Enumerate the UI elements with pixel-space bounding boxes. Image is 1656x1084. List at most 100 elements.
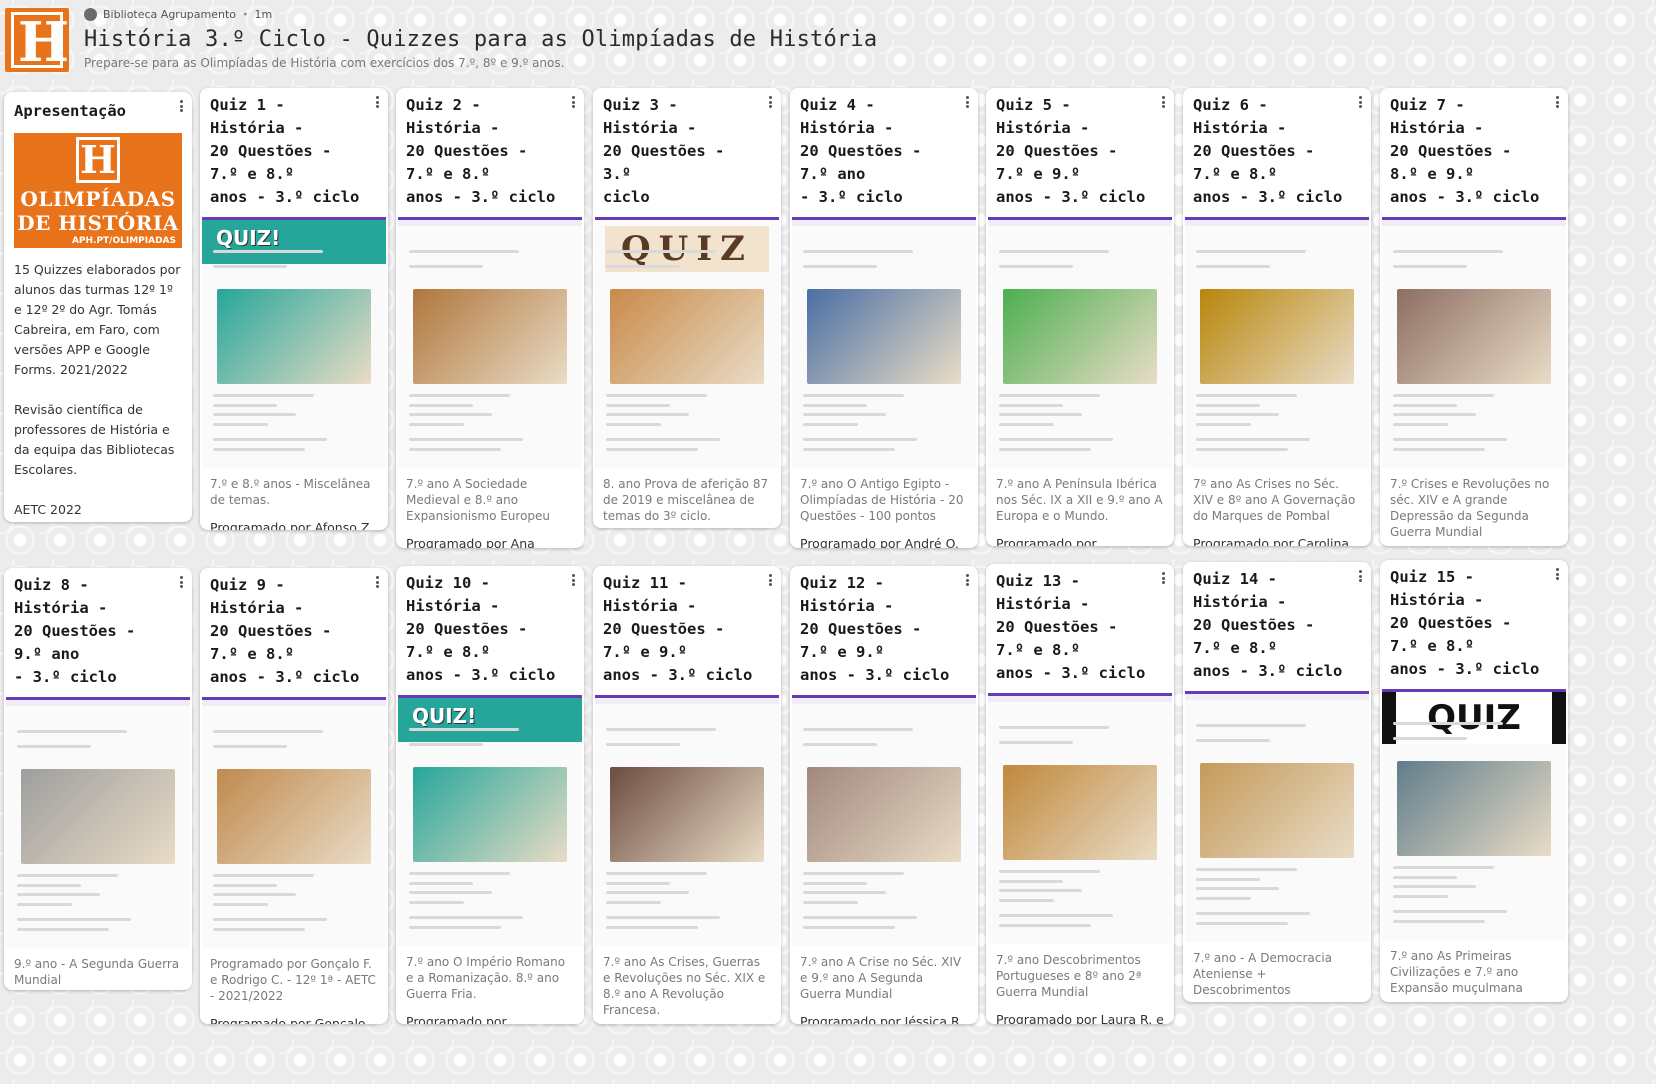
- more-options-icon[interactable]: [962, 572, 972, 588]
- card-title[interactable]: Quiz 14 - História - 20 Questões - 7.º e…: [1183, 562, 1371, 683]
- question-image: [1002, 289, 1158, 384]
- question-image: [20, 769, 176, 864]
- logo-h-letter: H: [11, 12, 69, 69]
- quiz-card[interactable]: Quiz 6 - História - 20 Questões - 7.º e …: [1183, 88, 1371, 546]
- card-title[interactable]: Quiz 11 - História - 20 Questões - 7.º e…: [593, 566, 781, 687]
- logo-h-letter: H: [76, 137, 120, 183]
- card-title[interactable]: Quiz 7 - História - 20 Questões - 8.º e …: [1380, 88, 1568, 209]
- quiz-card[interactable]: Quiz 14 - História - 20 Questões - 7.º e…: [1183, 562, 1371, 1002]
- quiz-card[interactable]: Quiz 9 - História - 20 Questões - 7.º e …: [200, 568, 388, 1024]
- more-options-icon[interactable]: [1158, 94, 1168, 110]
- more-options-icon[interactable]: [372, 94, 382, 110]
- quiz-card[interactable]: Quiz 13 - História - 20 Questões - 7.º e…: [986, 564, 1174, 1024]
- quiz-card[interactable]: Quiz 3 - História - 20 Questões - 3.º ci…: [593, 88, 781, 528]
- question-image: [1396, 289, 1552, 384]
- card-description: 7.º Crises e Revoluções no séc. XIV e A …: [1390, 477, 1550, 539]
- card-title[interactable]: Quiz 10 - História - 20 Questões - 7.º e…: [396, 566, 584, 687]
- more-options-icon[interactable]: [176, 574, 186, 590]
- card-title[interactable]: Quiz 9 - História - 20 Questões - 7.º e …: [200, 568, 388, 689]
- question-image: [1199, 289, 1355, 384]
- quiz-thumbnail[interactable]: [988, 693, 1172, 944]
- form-text-line: [1393, 910, 1508, 914]
- more-options-icon[interactable]: [1552, 566, 1562, 582]
- quiz-card[interactable]: Quiz 2 - História - 20 Questões - 7.º e …: [396, 88, 584, 548]
- quiz-card[interactable]: Quiz 15 - História - 20 Questões - 7.º e…: [1380, 560, 1568, 1002]
- quiz-thumbnail[interactable]: [792, 695, 976, 946]
- more-options-icon[interactable]: [372, 574, 382, 590]
- card-description: 8. ano Prova de aferição 87 de 2019 e mi…: [603, 477, 769, 523]
- card-title[interactable]: Quiz 1 - História - 20 Questões - 7.º e …: [200, 88, 388, 209]
- form-text-line: [213, 413, 296, 417]
- card-title[interactable]: Quiz 8 - História - 20 Questões - 9.º an…: [4, 568, 192, 689]
- form-text-line: [999, 879, 1064, 883]
- form-text-line: [803, 926, 896, 930]
- form-text-line: [1196, 897, 1252, 901]
- quiz-thumbnail[interactable]: QUIZ: [1382, 689, 1566, 940]
- quiz-thumbnail[interactable]: [6, 697, 190, 948]
- more-options-icon[interactable]: [765, 572, 775, 588]
- card-credits: Programado por Carolina M. e Eduarda N. …: [1193, 536, 1350, 546]
- more-options-icon[interactable]: [568, 94, 578, 110]
- more-options-icon[interactable]: [962, 94, 972, 110]
- author-name[interactable]: Biblioteca Agrupamento: [103, 8, 236, 21]
- quiz-card[interactable]: Quiz 12 - História - 20 Questões - 7.º e…: [790, 566, 978, 1024]
- card-title[interactable]: Quiz 3 - História - 20 Questões - 3.º ci…: [593, 88, 781, 209]
- card-title[interactable]: Quiz 2 - História - 20 Questões - 7.º e …: [396, 88, 584, 209]
- more-options-icon[interactable]: [1355, 94, 1365, 110]
- question-image: [806, 767, 962, 862]
- quiz-card[interactable]: Quiz 11 - História - 20 Questões - 7.º e…: [593, 566, 781, 1024]
- card-title[interactable]: Quiz 13 - História - 20 Questões - 7.º e…: [986, 564, 1174, 685]
- card-title[interactable]: Quiz 15 - História - 20 Questões - 7.º e…: [1380, 560, 1568, 681]
- card-title[interactable]: Quiz 4 - História - 20 Questões - 7.º an…: [790, 88, 978, 209]
- form-text-line: [999, 423, 1055, 427]
- quiz-card[interactable]: Quiz 4 - História - 20 Questões - 7.º an…: [790, 88, 978, 548]
- quiz-thumbnail[interactable]: QUIZ!: [202, 217, 386, 468]
- form-text-line: [803, 264, 877, 268]
- form-header-bar: [595, 698, 779, 704]
- card-title[interactable]: Quiz 12 - História - 20 Questões - 7.º e…: [790, 566, 978, 687]
- quiz-thumbnail[interactable]: QUIZ!: [398, 695, 582, 946]
- quiz-banner-text: QUIZ!: [412, 704, 477, 728]
- quiz-thumbnail[interactable]: [202, 697, 386, 948]
- author-avatar-icon[interactable]: [84, 8, 97, 21]
- form-text-line: [1196, 922, 1289, 926]
- form-text-line: [1196, 249, 1307, 253]
- form-text-line: [1196, 448, 1289, 452]
- quiz-card[interactable]: Quiz 10 - História - 20 Questões - 7.º e…: [396, 566, 584, 1024]
- form-text-line: [803, 916, 918, 920]
- quiz-card[interactable]: Quiz 5 - História - 20 Questões - 7.º e …: [986, 88, 1174, 546]
- card-title[interactable]: Quiz 5 - História - 20 Questões - 7.º e …: [986, 88, 1174, 209]
- card-credits: Programado por Marisa R. e Simone F. - 1…: [1183, 998, 1371, 1002]
- quiz-thumbnail[interactable]: [792, 217, 976, 468]
- form-text-line: [999, 393, 1101, 397]
- card-presentation[interactable]: Apresentação H OLIMPÍADAS DE HISTÓRIA AP…: [4, 92, 192, 522]
- card-credits: Programado por André O. e Rodrigo C. - 1…: [800, 536, 959, 548]
- quiz-thumbnail[interactable]: [595, 695, 779, 946]
- more-options-icon[interactable]: [1552, 94, 1562, 110]
- quiz-thumbnail[interactable]: [988, 217, 1172, 468]
- more-options-icon[interactable]: [176, 98, 186, 114]
- form-text-line: [1196, 877, 1261, 881]
- card-description: 7.º ano As Primeiras Civilizações e 7.º …: [1390, 949, 1523, 995]
- more-options-icon[interactable]: [765, 94, 775, 110]
- card-credits: Programado por Afonso Z. e Martim G. - 1…: [210, 520, 374, 530]
- card-credits: Programado por Guilherme M. e J. Jara - …: [406, 1014, 507, 1024]
- form-text-line: [1393, 736, 1467, 740]
- more-options-icon[interactable]: [1355, 568, 1365, 584]
- form-text-line: [17, 918, 132, 922]
- form-text-line: [1196, 264, 1270, 268]
- more-options-icon[interactable]: [1158, 570, 1168, 586]
- quiz-card[interactable]: Quiz 7 - História - 20 Questões - 8.º e …: [1380, 88, 1568, 546]
- quiz-card[interactable]: Quiz 8 - História - 20 Questões - 9.º an…: [4, 568, 192, 990]
- form-header-bar: [202, 700, 386, 706]
- more-options-icon[interactable]: [568, 572, 578, 588]
- quiz-thumbnail[interactable]: QUIZ: [595, 217, 779, 468]
- card-title[interactable]: Quiz 6 - História - 20 Questões - 7.º e …: [1183, 88, 1371, 209]
- quiz-thumbnail[interactable]: [1382, 217, 1566, 468]
- quiz-thumbnail[interactable]: [1185, 217, 1369, 468]
- form-header-bar: [398, 220, 582, 226]
- quiz-thumbnail[interactable]: [1185, 691, 1369, 942]
- quiz-thumbnail[interactable]: [398, 217, 582, 468]
- quiz-card[interactable]: Quiz 1 - História - 20 Questões - 7.º e …: [200, 88, 388, 530]
- form-text-line: [409, 448, 502, 452]
